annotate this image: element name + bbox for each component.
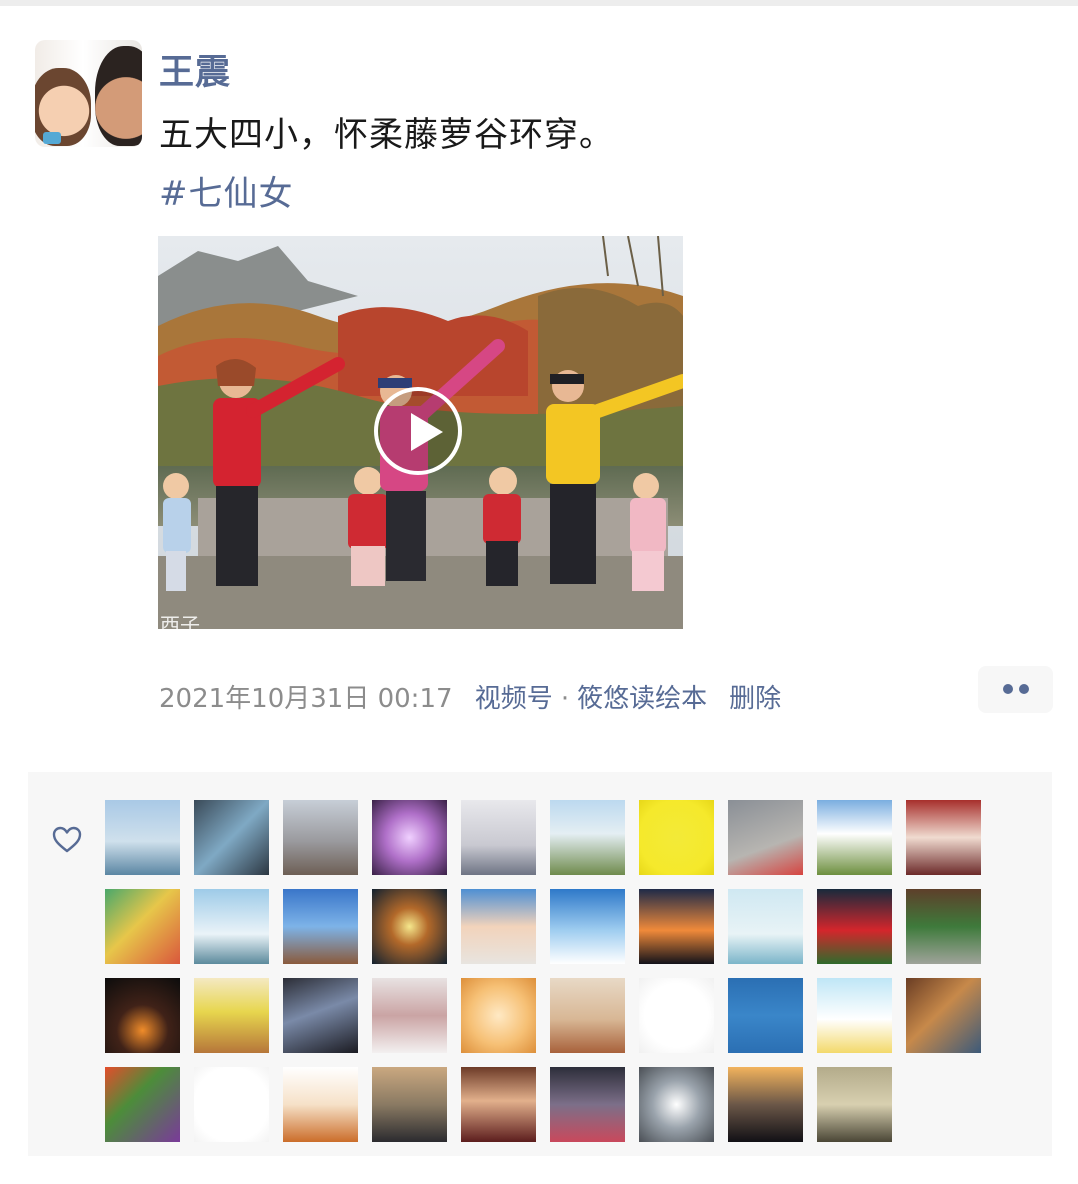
liker-avatar[interactable]	[639, 1067, 714, 1142]
likes-panel	[28, 772, 1052, 1156]
liker-avatar[interactable]	[372, 800, 447, 875]
more-dots-icon	[1019, 684, 1029, 694]
video-thumbnail[interactable]: 西子	[158, 236, 683, 629]
liker-avatar[interactable]	[283, 978, 358, 1053]
avatar-adult-figure	[95, 46, 142, 146]
author-avatar[interactable]	[35, 40, 142, 147]
play-icon[interactable]	[374, 387, 462, 475]
liker-avatar[interactable]	[817, 1067, 892, 1142]
liker-avatar[interactable]	[105, 800, 180, 875]
liker-avatar[interactable]	[728, 1067, 803, 1142]
liker-avatar[interactable]	[639, 978, 714, 1053]
author-name[interactable]: 王震	[159, 44, 231, 95]
post-meta: 2021年10月31日 00:17 视频号 · 筱悠读绘本 删除	[159, 678, 781, 715]
liker-avatar[interactable]	[372, 1067, 447, 1142]
liker-avatar[interactable]	[906, 889, 981, 964]
liker-avatar[interactable]	[461, 889, 536, 964]
liker-avatar[interactable]	[283, 800, 358, 875]
post-text: 五大四小，怀柔藤萝谷环穿。	[159, 115, 614, 155]
liker-avatar[interactable]	[372, 889, 447, 964]
video-watermark: 西子	[160, 613, 200, 629]
more-dots-icon	[1003, 684, 1013, 694]
post-hashtag[interactable]: #七仙女	[159, 166, 294, 215]
liker-avatar[interactable]	[105, 978, 180, 1053]
liker-avatar[interactable]	[372, 978, 447, 1053]
avatar-detail	[43, 132, 61, 144]
liker-avatar[interactable]	[817, 978, 892, 1053]
liker-avatar[interactable]	[639, 889, 714, 964]
channels-link[interactable]: 视频号	[475, 684, 553, 714]
liker-avatar[interactable]	[283, 889, 358, 964]
liker-avatar[interactable]	[728, 978, 803, 1053]
liker-avatar[interactable]	[461, 800, 536, 875]
liker-avatar[interactable]	[105, 889, 180, 964]
more-options-button[interactable]	[978, 666, 1053, 713]
liker-avatar[interactable]	[194, 800, 269, 875]
liker-avatar[interactable]	[194, 889, 269, 964]
liker-avatar[interactable]	[728, 889, 803, 964]
meta-separator: ·	[560, 684, 570, 714]
liker-avatar[interactable]	[550, 800, 625, 875]
liker-avatar[interactable]	[194, 1067, 269, 1142]
liker-avatar[interactable]	[550, 978, 625, 1053]
liker-avatar[interactable]	[461, 1067, 536, 1142]
liker-avatar[interactable]	[906, 978, 981, 1053]
liker-avatar[interactable]	[461, 978, 536, 1053]
liker-avatar[interactable]	[283, 1067, 358, 1142]
post-timestamp: 2021年10月31日 00:17	[159, 684, 453, 714]
delete-button[interactable]: 删除	[729, 684, 781, 714]
top-divider	[0, 0, 1078, 6]
liker-avatar[interactable]	[728, 800, 803, 875]
channel-name-link[interactable]: 筱悠读绘本	[577, 684, 707, 714]
liker-avatar[interactable]	[639, 800, 714, 875]
liker-avatar[interactable]	[550, 889, 625, 964]
liker-avatar[interactable]	[194, 978, 269, 1053]
heart-icon	[52, 826, 82, 853]
liker-avatar[interactable]	[817, 889, 892, 964]
liker-avatar[interactable]	[817, 800, 892, 875]
liker-avatar[interactable]	[550, 1067, 625, 1142]
liker-avatar[interactable]	[105, 1067, 180, 1142]
liker-avatar[interactable]	[906, 800, 981, 875]
